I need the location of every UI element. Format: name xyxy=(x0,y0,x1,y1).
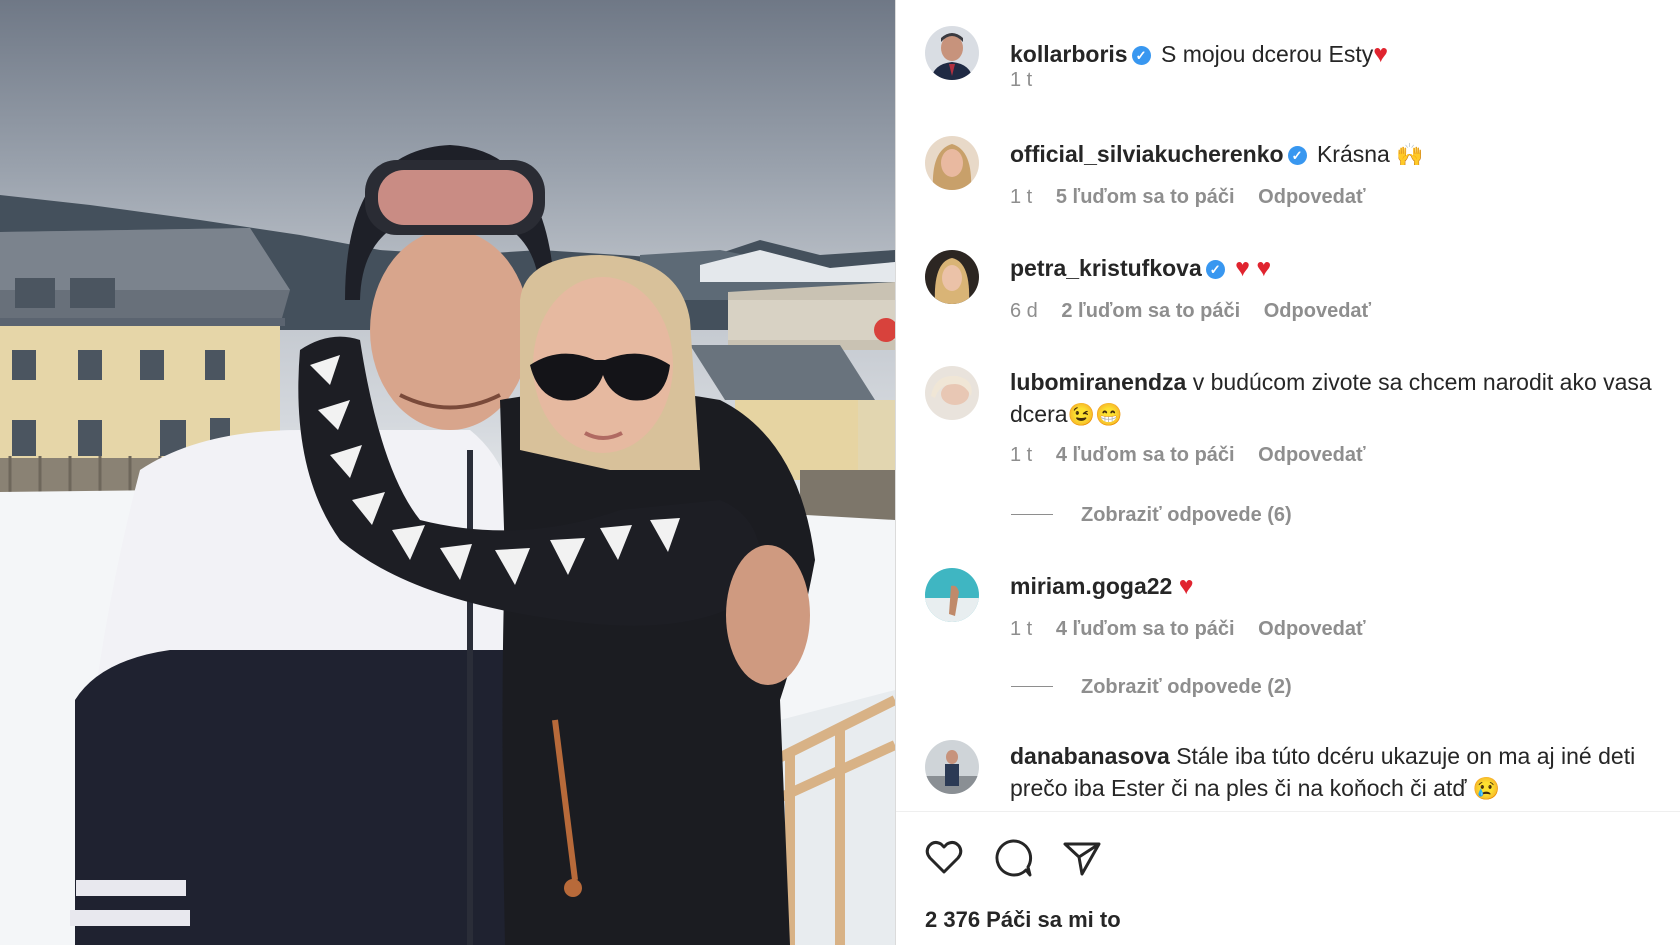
avatar[interactable] xyxy=(925,366,979,420)
comment-text: lubomiranendza v budúcom zivote sa chcem… xyxy=(1010,366,1666,431)
replies-line xyxy=(1011,514,1053,515)
username[interactable]: kollarboris xyxy=(1010,41,1128,67)
avatar[interactable] xyxy=(925,136,979,190)
reply-button[interactable]: Odpovedať xyxy=(1258,186,1365,208)
post-likes-count[interactable]: 2 376 Páči sa mi to xyxy=(925,907,1121,933)
paper-plane-icon xyxy=(1063,842,1101,876)
comment-text: petra_kristufkova ✓ ♥ ♥ xyxy=(1010,252,1666,284)
timestamp[interactable]: 6 d xyxy=(1010,300,1038,322)
replies-line xyxy=(1011,686,1053,687)
photo-illustration xyxy=(0,145,895,945)
timestamp[interactable]: 1 t xyxy=(1010,186,1032,208)
comment-text: miriam.goga22 ♥ xyxy=(1010,570,1666,602)
comments-panel: kollarboris ✓ S mojou dcerou Esty♥ 1 t of… xyxy=(896,0,1680,945)
heart-outline-icon xyxy=(925,840,963,874)
username[interactable]: lubomiranendza xyxy=(1010,369,1186,395)
verified-badge-icon: ✓ xyxy=(1131,46,1151,65)
comment-button[interactable] xyxy=(991,836,1035,880)
timestamp[interactable]: 1 t xyxy=(1010,69,1032,91)
comment-text: official_silviakucherenko ✓ Krásna 🙌 xyxy=(1010,138,1666,171)
comment-meta: 1 t 4 ľuďom sa to páči Odpovedať xyxy=(1010,618,1384,641)
heart-emoji-icon: ♥ xyxy=(1256,254,1272,282)
like-count[interactable]: 2 ľuďom sa to páči xyxy=(1061,300,1240,322)
speech-bubble-icon xyxy=(995,839,1033,877)
heart-emoji-icon: ♥ xyxy=(1373,40,1389,68)
avatar[interactable] xyxy=(925,568,979,622)
wink-grin-emoji-icon: 😉😁 xyxy=(1067,402,1123,427)
comment-meta: 6 d 2 ľuďom sa to páči Odpovedať xyxy=(1010,300,1389,323)
comment-body: Krásna xyxy=(1316,141,1390,167)
view-replies-button[interactable]: Zobraziť odpovede (6) xyxy=(1011,504,1292,527)
sad-face-emoji-icon: 😢 xyxy=(1472,776,1501,801)
post-photo xyxy=(0,0,895,945)
caption-text: kollarboris ✓ S mojou dcerou Esty♥ xyxy=(1010,38,1666,70)
like-count[interactable]: 5 ľuďom sa to páči xyxy=(1056,186,1235,208)
comment-text: danabanasova Stále iba túto dcéru ukazuj… xyxy=(1010,740,1666,805)
avatar[interactable] xyxy=(925,740,979,794)
like-count[interactable]: 4 ľuďom sa to páči xyxy=(1056,618,1235,640)
username[interactable]: petra_kristufkova xyxy=(1010,255,1202,281)
comment-meta: 1 t 5 ľuďom sa to páči Odpovedať xyxy=(1010,186,1384,209)
username[interactable]: miriam.goga22 xyxy=(1010,573,1172,599)
actions-separator xyxy=(896,811,1680,812)
caption-meta: 1 t xyxy=(1010,69,1050,92)
verified-badge-icon: ✓ xyxy=(1287,146,1307,165)
timestamp[interactable]: 1 t xyxy=(1010,618,1032,640)
username[interactable]: danabanasova xyxy=(1010,743,1170,769)
username[interactable]: official_silviakucherenko xyxy=(1010,141,1284,167)
reply-button[interactable]: Odpovedať xyxy=(1258,618,1365,640)
comment-meta: 1 t 4 ľuďom sa to páči Odpovedať xyxy=(1010,444,1384,467)
reply-button[interactable]: Odpovedať xyxy=(1258,444,1365,466)
caption-body: S mojou dcerou Esty xyxy=(1161,41,1374,67)
avatar[interactable] xyxy=(925,26,979,80)
raised-hands-emoji-icon: 🙌 xyxy=(1396,142,1424,167)
avatar[interactable] xyxy=(925,250,979,304)
view-replies-button[interactable]: Zobraziť odpovede (2) xyxy=(1011,676,1292,699)
timestamp[interactable]: 1 t xyxy=(1010,444,1032,466)
like-count[interactable]: 4 ľuďom sa to páči xyxy=(1056,444,1235,466)
reply-button[interactable]: Odpovedať xyxy=(1264,300,1371,322)
verified-badge-icon: ✓ xyxy=(1205,260,1225,279)
heart-emoji-icon: ♥ xyxy=(1235,254,1250,282)
heart-emoji-icon: ♥ xyxy=(1178,572,1194,600)
share-button[interactable] xyxy=(1060,836,1104,880)
view-replies-label: Zobraziť odpovede (6) xyxy=(1081,504,1292,526)
like-button[interactable] xyxy=(922,836,966,880)
view-replies-label: Zobraziť odpovede (2) xyxy=(1081,676,1292,698)
